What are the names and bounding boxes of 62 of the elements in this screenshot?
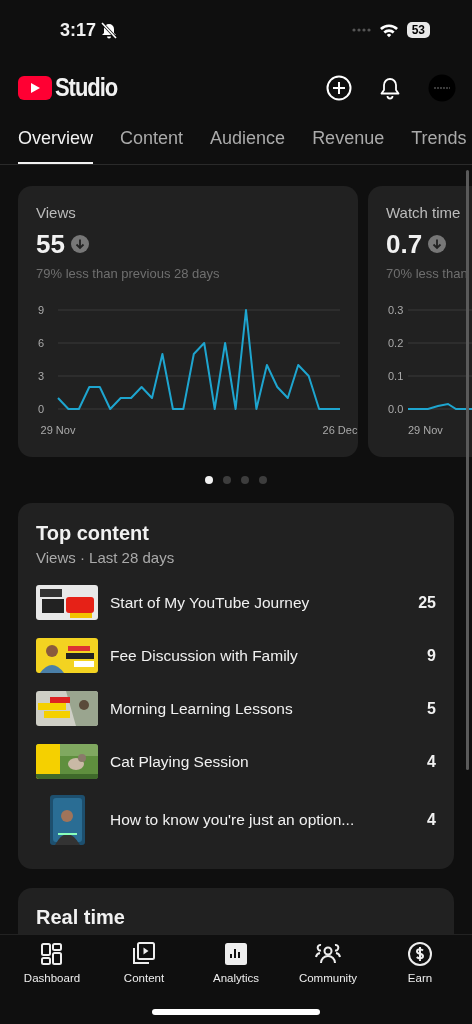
nav-item[interactable]: Earn: [374, 935, 466, 985]
axis-label: 0.1: [388, 370, 404, 382]
metric-title: Watch time: [386, 204, 462, 222]
tab[interactable]: Overview: [18, 115, 93, 164]
view-count: 4: [427, 811, 436, 829]
nav-item[interactable]: Community: [282, 935, 374, 985]
video-title: Fee Discussion with Family: [110, 646, 299, 665]
page-dot[interactable]: [241, 476, 249, 484]
video-title: How to know you're just an option...: [110, 811, 356, 829]
comparison-text: 79% less than previous 28 days: [36, 265, 221, 282]
axis-label: 0.0: [388, 403, 404, 415]
content-row[interactable]: Morning Learning Lessons 5: [36, 682, 436, 735]
metric-value: 0.7: [386, 228, 423, 260]
page-dot[interactable]: [223, 476, 231, 484]
status-time: 3:17: [60, 19, 97, 41]
chart-line: [407, 402, 472, 410]
section-title: Top content: [36, 521, 150, 545]
axis-label: 0.3: [388, 304, 404, 316]
content-row[interactable]: How to know you're just an option... 4: [36, 788, 436, 852]
muted-bell-icon: [100, 21, 119, 39]
axis-label: 9: [38, 304, 45, 316]
scrollbar[interactable]: [466, 170, 469, 770]
home-indicator[interactable]: [152, 1009, 320, 1015]
view-count: 9: [427, 646, 436, 665]
notifications-icon[interactable]: [378, 75, 402, 100]
section-title: Real time: [36, 906, 126, 929]
signal-icon: [351, 27, 371, 33]
battery-level: 53: [406, 22, 430, 38]
axis-label: 0.2: [388, 337, 404, 349]
tab[interactable]: Revenue: [312, 115, 385, 164]
video-title: Start of My YouTube Journey: [110, 593, 311, 612]
avatar-icon[interactable]: [428, 73, 456, 102]
axis-label: 26 Dec: [322, 424, 358, 436]
metric-card[interactable]: Views 55 79% less than previous 28 days 0 3 6 9 29 Nov 26 Dec: [18, 186, 358, 457]
axis-label: 6: [38, 337, 45, 349]
nav-item[interactable]: Analytics: [190, 935, 282, 985]
nav-item[interactable]: Dashboard: [6, 935, 98, 985]
content-row[interactable]: Cat Playing Session 4: [36, 735, 436, 788]
axis-label: 0: [38, 403, 45, 415]
tab[interactable]: Audience: [210, 115, 286, 164]
content-row[interactable]: Start of My YouTube Journey 25: [36, 576, 436, 629]
axis-label: 29 Nov: [40, 424, 76, 436]
play-logo-icon: [18, 75, 52, 100]
logo-text: Studio: [55, 73, 118, 102]
view-count: 5: [427, 699, 436, 718]
view-count: 25: [418, 593, 436, 612]
tab[interactable]: Trends: [411, 115, 467, 164]
video-title: Morning Learning Lessons: [110, 699, 294, 718]
page-dot[interactable]: [205, 476, 213, 484]
nav-item[interactable]: Content: [98, 935, 190, 985]
tab[interactable]: Content: [120, 115, 184, 164]
metric-title: Views: [36, 204, 77, 222]
axis-label: 29 Nov: [408, 424, 443, 436]
wifi-icon: [378, 22, 399, 38]
add-icon[interactable]: [326, 74, 352, 101]
page-dot[interactable]: [259, 476, 267, 484]
video-title: Cat Playing Session: [110, 752, 250, 771]
content-row[interactable]: Fee Discussion with Family 9: [36, 629, 436, 682]
section-subtitle: Views · Last 28 days: [36, 548, 176, 568]
view-count: 4: [427, 752, 436, 771]
axis-label: 3: [38, 370, 45, 382]
metric-value: 55: [36, 228, 65, 260]
